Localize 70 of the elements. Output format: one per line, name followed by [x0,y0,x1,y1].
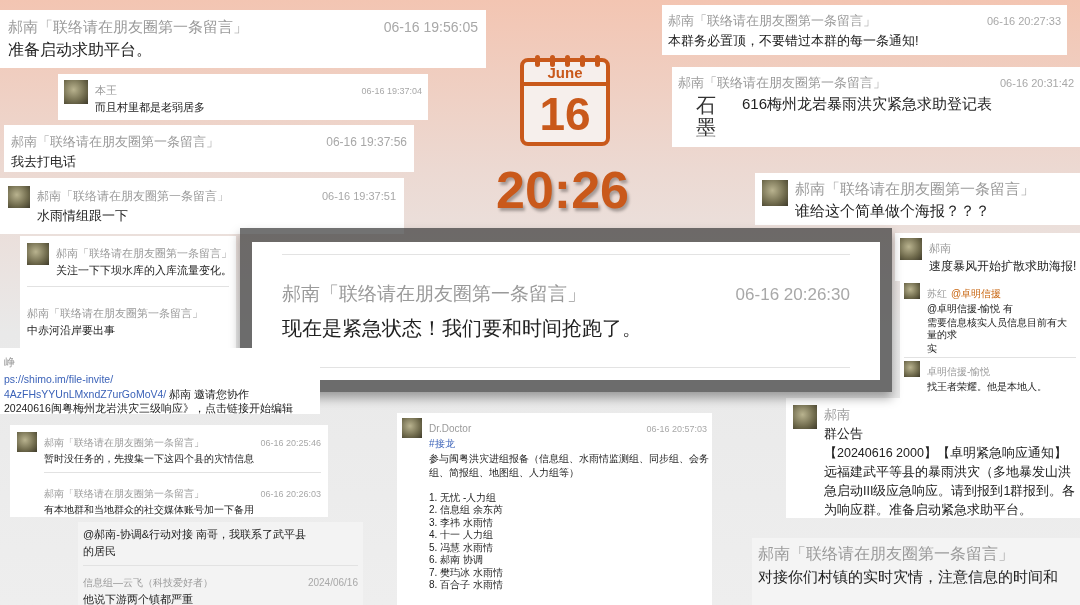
timestamp: 06-16 19:37:56 [326,135,407,149]
message-text: 水雨情组跟一下 [37,207,129,225]
list-item: 1. 无忧 -人力组 [429,491,498,504]
sender-name: 郝南「联络请在朋友圈第一条留言」 [8,18,248,35]
message-text: 急启动III级应急响应。请到报到1群报到。各 [824,482,1073,500]
sender-name: 郝南「联络请在朋友圈第一条留言」 [27,306,203,319]
calendar-day: 16 [539,86,591,142]
message-text: 实 [927,343,938,355]
sender-name: 苏红 [927,288,947,299]
message-text: 需要信息核实人员信息目前有大量的求 [927,317,1068,341]
sender-name: 郝南「联络请在朋友圈第一条留言」 [282,281,586,306]
message-text: 对接你们村镇的实时灾情，注意信息的时间和 [758,567,1059,587]
timestamp: 06-16 19:56:05 [383,19,478,35]
sender-name: 郝南「联络请在朋友圈第一条留言」 [56,247,232,259]
timestamp: 06-16 19:37:51 [322,190,396,202]
message-text: 616梅州龙岩暴雨洪灾紧急求助登记表 [742,94,994,114]
message-text: 他说下游两个镇都严重 [83,591,194,605]
mention-text: @卓明信援 [951,288,1002,299]
sender-name: 郝南 [929,242,951,254]
timestamp: 06-16 20:26:03 [260,488,321,499]
sender-name: Dr.Doctor [429,423,472,434]
message-text: 本群务必置顶，不要错过本群的每一条通知! [668,32,920,50]
link[interactable]: 4AzFHsYYUnLMxndZ7urGoMoV4/ [4,387,167,400]
message-text: 组、简报组、地图组、人力组等） [429,467,580,480]
link[interactable]: ps://shimo.im/file-invite/ [4,373,114,385]
list-item: 6. 郝南 协调 [429,554,484,567]
sender-name: 卓明信援-愉悦 [927,366,991,377]
message-text: 准备启动求助平台。 [8,40,153,60]
sender-name: 信息组—云飞（科技爱好者） [83,576,213,588]
message-text: 的居民 [83,543,117,559]
sender-name: 郝南「联络请在朋友圈第一条留言」 [37,189,229,203]
message-text: 现在是紧急状态！我们要和时间抢跑了。 [282,315,643,341]
message-text: @卓明信援-愉悦 有 [927,303,1015,315]
list-item: 3. 李祎 水雨情 [429,516,494,529]
message-text: 远福建武平等县的暴雨洪灾（多地暴发山洪 [824,463,1072,481]
sender-name: 郝南「联络请在朋友圈第一条留言」 [758,545,1014,562]
logo-avatar: 石墨 [695,94,717,138]
list-item: 4. 十一 人力组 [429,529,494,542]
message-text: 谁给这个简单做个海报？？？ [795,201,991,221]
sender-name: 郝南「联络请在朋友圈第一条留言」 [795,180,1035,197]
sender-name: 本王 [95,84,117,96]
list-item: 5. 冯慧 水雨情 [429,541,494,554]
message-text: 【20240616 2000】【卓明紧急响应通知】 [824,444,1068,462]
message-text: 群公告 [824,426,864,443]
message-text: 而且村里都是老弱居多 [95,100,206,115]
message-text: 速度暴风开始扩散求助海报! [929,258,1075,275]
message-text: 中赤河沿岸要出事 [27,322,116,338]
list-item: 8. 百合子 水雨情 [429,579,504,592]
timestamp: 06-16 20:27:33 [987,15,1061,27]
message-text: 找王者荣耀。他是本地人。 [927,381,1048,393]
message-text: ps://shimo.im/file-invite/ 4AzFHsYYUnLMxndZ7urGoMoV4/ 郝南 邀请您协作 20240616闽粤梅州龙岩洪灾三级响应》，点击链接开始编辑 [4,372,294,414]
clock-time: 20:26 [496,160,629,220]
timestamp: 06-16 20:25:46 [260,438,321,448]
timestamp: 06-16 20:57:03 [646,424,707,434]
list-item: 2. 信息组 余东芮 [429,504,504,517]
list-item: 7. 樊玙冰 水雨情 [429,566,504,579]
sender-name: 峥 [4,356,15,368]
message-text: @郝南-协调&行动对接 南哥，我联系了武平县 [83,527,308,542]
timestamp: 06-16 19:37:04 [361,86,422,96]
timestamp: 06-16 20:31:42 [1000,77,1074,89]
message-text: 关注一下下坝水库的入库流量变化。 [56,263,229,278]
hashtag-link[interactable]: #接龙 [429,438,455,449]
timestamp: 06-16 20:26:30 [735,284,850,305]
message-text: 有本地群和当地群众的社交媒体账号加一下备用 [44,502,255,516]
message-text: 我去打电话 [11,153,77,171]
message-text: 暂时没任务的，先搜集一下这四个县的灾情信息 [44,452,255,466]
message-text: 为响应群。准备启动紧急求助平台。 [824,501,1033,518]
timestamp: 2024/06/16 [307,576,358,588]
message-text: 参与闽粤洪灾进组报备（信息组、水雨情监测组、同步组、会务 [429,452,707,465]
sender-name: 郝南 [824,407,850,422]
